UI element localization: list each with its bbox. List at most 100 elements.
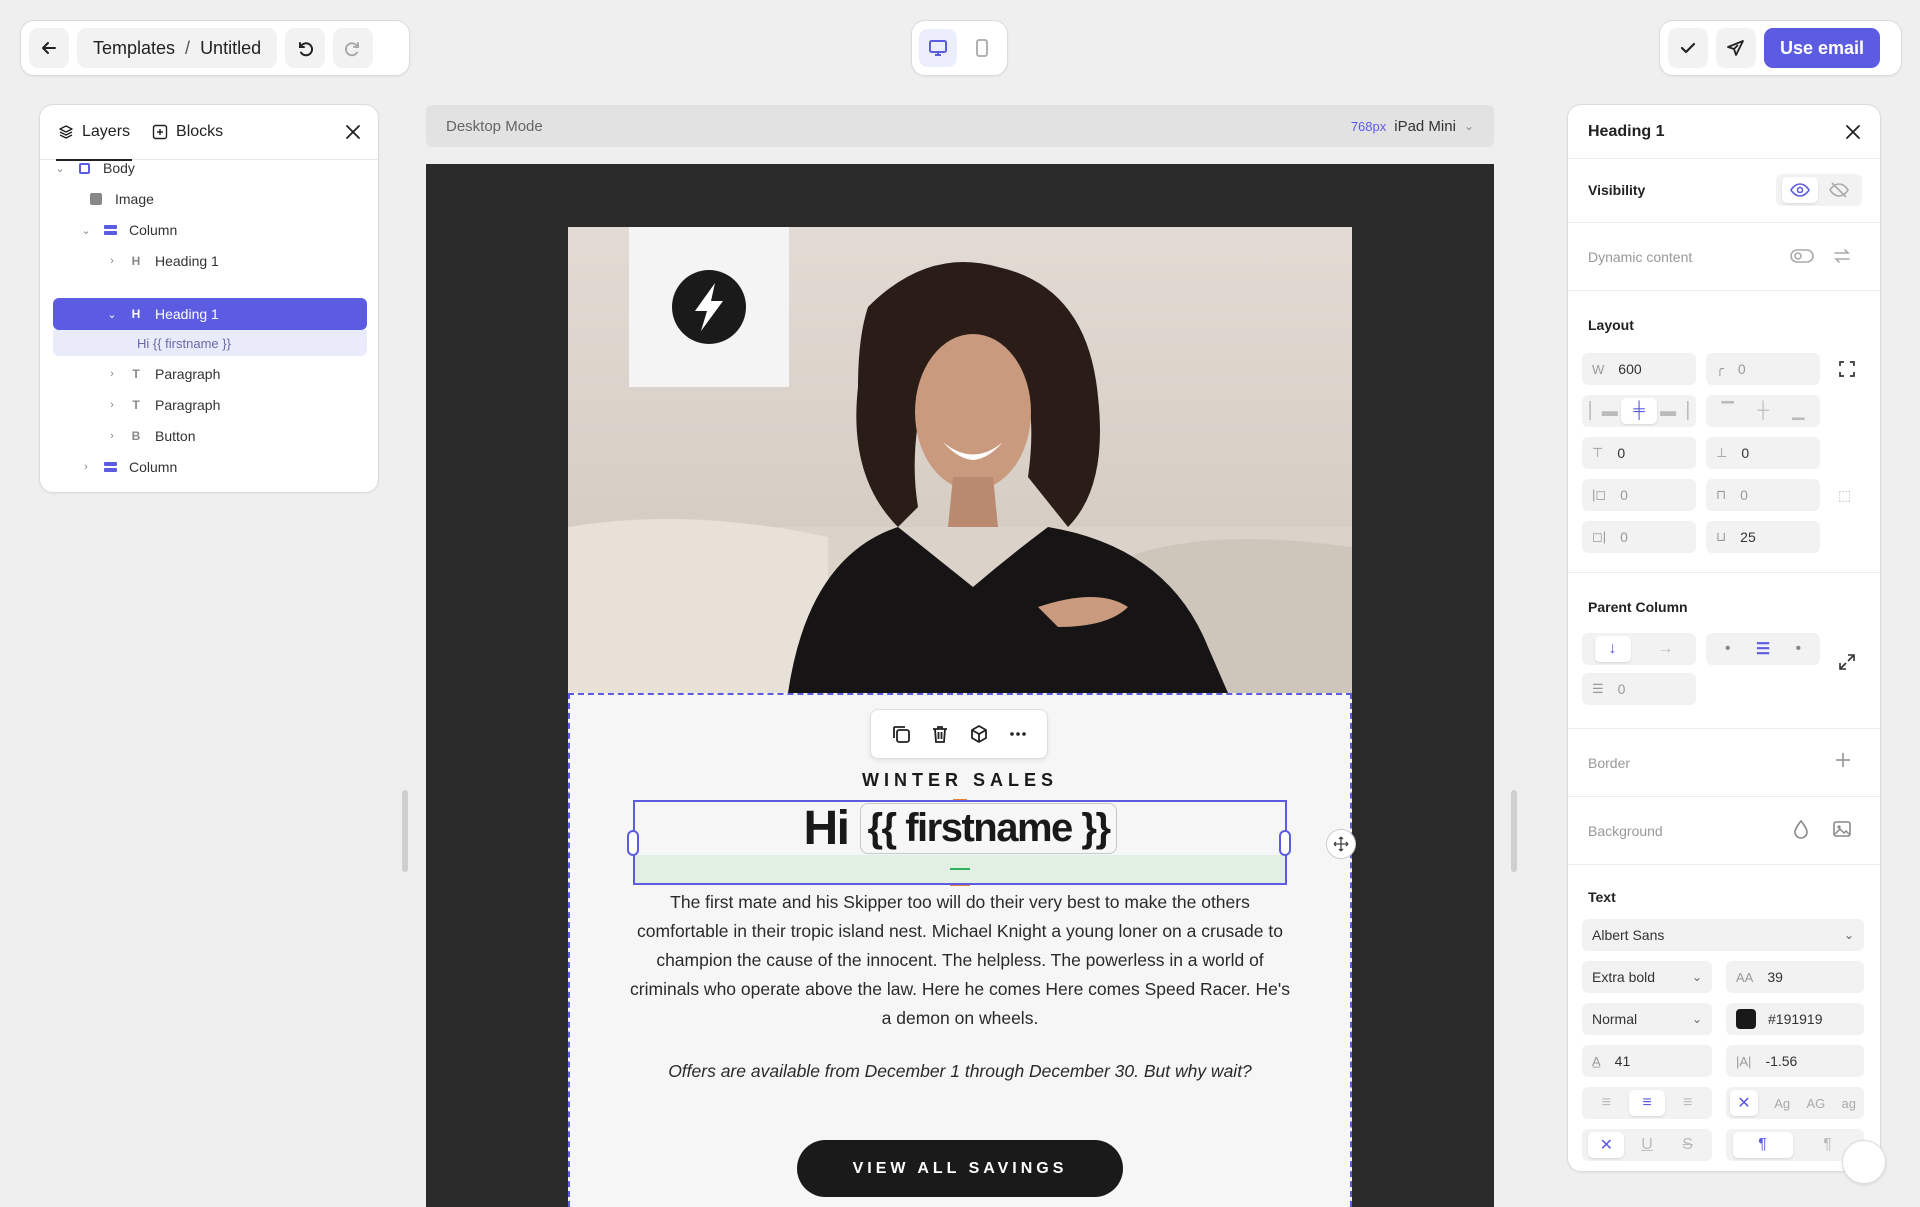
text-color-field[interactable]: #191919 bbox=[1726, 1003, 1864, 1035]
help-button[interactable] bbox=[1842, 1140, 1886, 1184]
layer-heading[interactable] bbox=[52, 270, 366, 300]
email-heading[interactable]: Hi {{ firstname }} bbox=[633, 800, 1287, 856]
chevron-right-icon[interactable]: › bbox=[105, 368, 119, 380]
breadcrumb-root[interactable]: Templates bbox=[93, 38, 175, 59]
layer-button[interactable]: › B Button bbox=[53, 421, 367, 451]
layer-heading-selected[interactable]: ⌄ H Heading 1 bbox=[53, 298, 367, 330]
dynamic-toggle[interactable] bbox=[1790, 248, 1814, 264]
chevron-right-icon[interactable]: › bbox=[105, 430, 119, 442]
paragraph-ltr-icon[interactable]: ¶ bbox=[1732, 1132, 1793, 1158]
layer-paragraph[interactable]: › T Paragraph bbox=[53, 390, 367, 420]
radius-field[interactable]: ╭ 0 bbox=[1706, 353, 1820, 385]
align-bottom-icon[interactable]: ▁ bbox=[1781, 398, 1816, 424]
underline-icon[interactable]: U bbox=[1629, 1132, 1665, 1158]
case-capitalize-option[interactable]: Ag bbox=[1774, 1096, 1790, 1111]
chevron-right-icon[interactable]: › bbox=[105, 255, 119, 267]
email-paragraph[interactable]: The first mate and his Skipper too will … bbox=[630, 888, 1290, 1033]
background-image-button[interactable] bbox=[1832, 819, 1852, 839]
font-size-field[interactable]: AA 39 bbox=[1726, 961, 1864, 993]
breadcrumb-current[interactable]: Untitled bbox=[200, 38, 261, 59]
margin-left-field[interactable]: |◻ 0 bbox=[1582, 479, 1696, 511]
chevron-right-icon[interactable]: › bbox=[79, 461, 93, 473]
move-handle[interactable] bbox=[1326, 829, 1356, 859]
decoration-none-icon[interactable]: ✕ bbox=[1588, 1132, 1625, 1158]
font-weight-select[interactable]: Extra bold ⌄ bbox=[1582, 961, 1712, 993]
more-options-button[interactable] bbox=[1007, 723, 1029, 745]
chevron-down-icon[interactable]: ⌄ bbox=[79, 224, 93, 237]
send-test-button[interactable] bbox=[1716, 28, 1756, 68]
use-email-button[interactable]: Use email bbox=[1764, 28, 1881, 68]
padding-top-field[interactable]: ⊤ 0 bbox=[1582, 437, 1696, 469]
add-border-button[interactable] bbox=[1834, 751, 1852, 769]
case-uppercase-option[interactable]: AG bbox=[1806, 1096, 1825, 1111]
layer-body[interactable]: ⌄ Body bbox=[53, 153, 367, 183]
case-lowercase-option[interactable]: ag bbox=[1842, 1096, 1856, 1111]
align-left-icon[interactable]: ▏▬ bbox=[1586, 398, 1621, 424]
delete-button[interactable] bbox=[929, 723, 951, 745]
desktop-view-button[interactable] bbox=[918, 29, 957, 67]
mobile-view-button[interactable] bbox=[963, 29, 1001, 67]
tab-layers[interactable]: Layers bbox=[55, 105, 133, 161]
font-family-select[interactable]: Albert Sans ⌄ bbox=[1582, 919, 1864, 951]
resize-handle-right[interactable] bbox=[1279, 830, 1291, 856]
brand-logo[interactable] bbox=[629, 227, 789, 387]
arrow-right-icon[interactable]: → bbox=[1648, 636, 1684, 662]
layer-column[interactable]: ⌄ Column bbox=[53, 215, 367, 245]
text-align-center-icon[interactable]: ≡ bbox=[1628, 1090, 1665, 1116]
hidden-option[interactable] bbox=[1821, 177, 1857, 203]
email-eyebrow[interactable]: WINTER SALES bbox=[568, 770, 1352, 791]
letter-spacing-field[interactable]: |A| -1.56 bbox=[1726, 1045, 1864, 1077]
save-check-button[interactable] bbox=[1668, 28, 1708, 68]
font-style-select[interactable]: Normal ⌄ bbox=[1582, 1003, 1712, 1035]
layer-paragraph[interactable]: › T Paragraph bbox=[53, 359, 367, 389]
save-block-button[interactable] bbox=[968, 723, 990, 745]
arrow-down-icon[interactable]: ↓ bbox=[1594, 636, 1631, 662]
margin-link-button[interactable]: ⬚ bbox=[1838, 487, 1851, 504]
layer-column[interactable]: › Column bbox=[53, 452, 367, 482]
chevron-down-icon[interactable]: ⌄ bbox=[105, 308, 119, 321]
duplicate-button[interactable] bbox=[890, 723, 912, 745]
email-offer-text[interactable]: Offers are available from December 1 thr… bbox=[600, 1061, 1320, 1082]
dot-start-icon[interactable]: • bbox=[1710, 636, 1745, 662]
margin-bottom-field[interactable]: ⊔ 25 bbox=[1706, 521, 1820, 553]
dot-end-icon[interactable]: • bbox=[1781, 636, 1816, 662]
background-color-button[interactable] bbox=[1792, 819, 1810, 839]
align-top-icon[interactable]: ▔ bbox=[1710, 398, 1745, 424]
left-resize-handle[interactable] bbox=[402, 790, 408, 872]
device-select[interactable]: 768px iPad Mini ⌄ bbox=[1351, 118, 1474, 135]
expand-diagonal-button[interactable] bbox=[1838, 653, 1856, 671]
expand-button[interactable] bbox=[1838, 360, 1856, 378]
width-field[interactable]: W 600 bbox=[1582, 353, 1696, 385]
undo-button[interactable] bbox=[285, 28, 326, 68]
back-button[interactable] bbox=[29, 28, 69, 68]
visible-option[interactable] bbox=[1781, 177, 1818, 203]
redo-button[interactable] bbox=[333, 28, 374, 68]
margin-right-field[interactable]: ◻| 0 bbox=[1582, 521, 1696, 553]
close-properties-button[interactable] bbox=[1844, 123, 1862, 141]
margin-top-field[interactable]: ⊓ 0 bbox=[1706, 479, 1820, 511]
close-layers-button[interactable] bbox=[344, 123, 362, 141]
layer-heading-text[interactable]: Hi {{ firstname }} bbox=[53, 330, 367, 356]
view-all-savings-button[interactable]: VIEW ALL SAVINGS bbox=[797, 1140, 1123, 1197]
chevron-right-icon[interactable]: › bbox=[105, 399, 119, 411]
gap-field[interactable]: ☰ 0 bbox=[1582, 673, 1696, 705]
merge-tag-firstname[interactable]: {{ firstname }} bbox=[860, 802, 1117, 854]
align-middle-icon[interactable]: ┼ bbox=[1745, 398, 1780, 424]
layer-image[interactable]: Image bbox=[53, 184, 367, 214]
padding-bottom-field[interactable]: ⊥ 0 bbox=[1706, 437, 1820, 469]
corner-radius-icon: ╭ bbox=[1716, 361, 1724, 376]
line-height-field[interactable]: A̲ 41 bbox=[1582, 1045, 1712, 1077]
distribute-center-icon[interactable]: ☰ bbox=[1745, 636, 1780, 662]
right-resize-handle[interactable] bbox=[1511, 790, 1517, 872]
align-right-icon[interactable]: ▬▕ bbox=[1657, 398, 1692, 424]
align-center-icon[interactable]: ╪ bbox=[1621, 398, 1657, 424]
text-align-left-icon[interactable]: ≡ bbox=[1588, 1090, 1624, 1116]
swap-button[interactable] bbox=[1832, 247, 1852, 265]
text-align-right-icon[interactable]: ≡ bbox=[1670, 1090, 1706, 1116]
resize-handle-left[interactable] bbox=[627, 830, 639, 856]
case-none-icon[interactable]: ✕ bbox=[1730, 1090, 1758, 1116]
color-swatch[interactable] bbox=[1736, 1009, 1756, 1029]
strikethrough-icon[interactable]: S bbox=[1670, 1132, 1706, 1158]
tab-blocks[interactable]: Blocks bbox=[152, 105, 223, 160]
chevron-down-icon[interactable]: ⌄ bbox=[53, 162, 67, 175]
